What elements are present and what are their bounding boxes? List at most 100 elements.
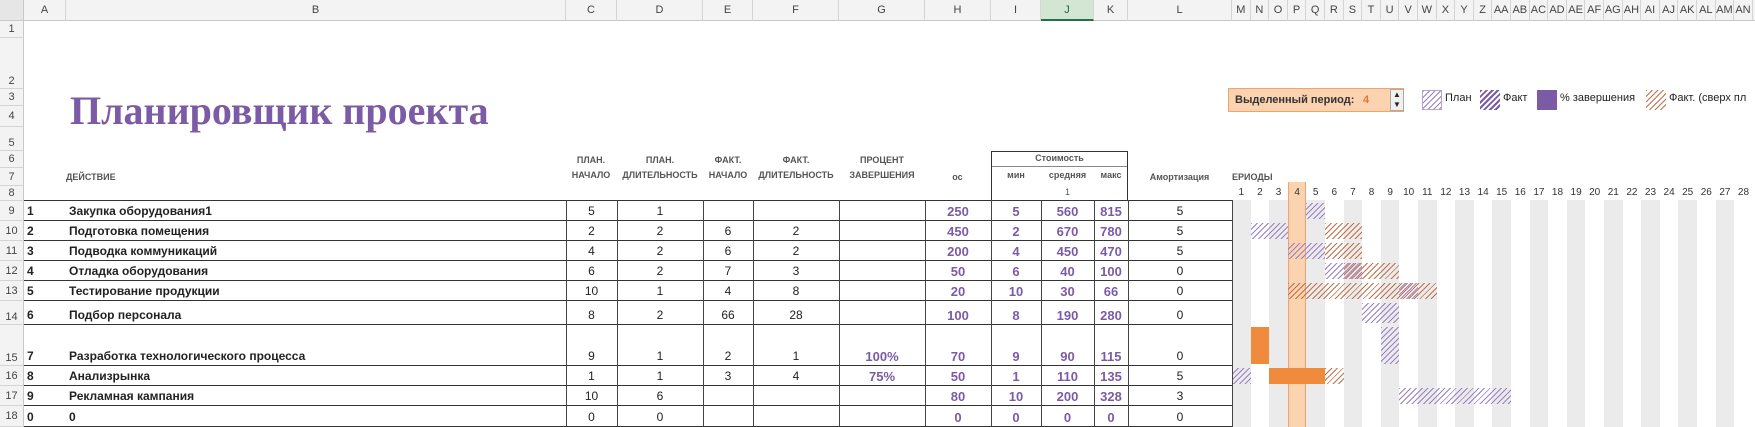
select-all-corner[interactable]: [0, 0, 24, 21]
amortization[interactable]: 0: [1131, 410, 1229, 424]
row-num[interactable]: 0: [27, 410, 63, 424]
column-header-a[interactable]: A: [24, 0, 66, 21]
plan-start[interactable]: 10: [569, 284, 614, 298]
cost-avg[interactable]: 200: [1044, 389, 1091, 404]
task-name[interactable]: Подготовка помещения: [69, 224, 563, 238]
fact-duration[interactable]: 2: [756, 224, 836, 238]
row-header-11[interactable]: 11: [0, 241, 24, 261]
cost-min[interactable]: 1: [994, 369, 1038, 384]
task-name[interactable]: Разработка технологического процесса: [69, 349, 563, 363]
column-header-s[interactable]: S: [1344, 0, 1363, 21]
cost-min[interactable]: 10: [994, 389, 1038, 404]
row-header-17[interactable]: 17: [0, 386, 24, 406]
row-header-12[interactable]: 12: [0, 261, 24, 281]
amortization[interactable]: 5: [1131, 244, 1229, 258]
cost-max[interactable]: 100: [1097, 264, 1125, 279]
task-name[interactable]: Подводка коммуникаций: [69, 244, 563, 258]
column-header-q[interactable]: Q: [1306, 0, 1325, 21]
column-header-e[interactable]: E: [703, 0, 753, 21]
fact-start[interactable]: 4: [706, 284, 750, 298]
column-header-x[interactable]: X: [1437, 0, 1456, 21]
column-header-b[interactable]: B: [66, 0, 566, 21]
os-value[interactable]: 50: [928, 369, 988, 384]
amortization[interactable]: 0: [1131, 264, 1229, 278]
row-num[interactable]: 4: [27, 264, 63, 278]
fact-duration[interactable]: 4: [756, 369, 836, 383]
column-header-ag[interactable]: AG: [1604, 0, 1623, 21]
cost-max[interactable]: 815: [1097, 204, 1125, 219]
cost-min[interactable]: 0: [994, 410, 1038, 425]
row-num[interactable]: 8: [27, 369, 63, 383]
plan-duration[interactable]: 2: [620, 224, 700, 238]
plan-start[interactable]: 8: [569, 308, 614, 322]
row-header-4[interactable]: 4: [0, 106, 24, 127]
column-header-ah[interactable]: AH: [1623, 0, 1642, 21]
column-header-am[interactable]: AM: [1716, 0, 1735, 21]
plan-start[interactable]: 9: [569, 349, 614, 363]
cost-avg[interactable]: 0: [1044, 410, 1091, 425]
plan-duration[interactable]: 2: [620, 264, 700, 278]
spin-up-icon[interactable]: ▲: [1391, 90, 1403, 100]
task-name[interactable]: 0: [69, 410, 563, 424]
fact-start[interactable]: 3: [706, 369, 750, 383]
column-header-al[interactable]: AL: [1697, 0, 1716, 21]
task-name[interactable]: Анализрынка: [69, 369, 563, 383]
period-spinner[interactable]: ▲ ▼: [1390, 89, 1404, 111]
column-header-ae[interactable]: AE: [1567, 0, 1586, 21]
plan-duration[interactable]: 2: [620, 244, 700, 258]
plan-duration[interactable]: 0: [620, 410, 700, 424]
column-header-l[interactable]: L: [1128, 0, 1232, 21]
cost-min[interactable]: 9: [994, 349, 1038, 364]
cost-max[interactable]: 280: [1097, 308, 1125, 323]
row-header-1[interactable]: 1: [0, 21, 24, 38]
row-num[interactable]: 2: [27, 224, 63, 238]
cost-avg[interactable]: 30: [1044, 284, 1091, 299]
spin-down-icon[interactable]: ▼: [1391, 100, 1403, 110]
row-header-15[interactable]: 15: [0, 325, 24, 366]
column-header-ad[interactable]: AD: [1548, 0, 1567, 21]
row-header-18[interactable]: 18: [0, 406, 24, 427]
column-header-aj[interactable]: AJ: [1660, 0, 1679, 21]
fact-start[interactable]: 6: [706, 224, 750, 238]
column-header-ab[interactable]: AB: [1511, 0, 1530, 21]
cost-min[interactable]: 6: [994, 264, 1038, 279]
task-name[interactable]: Подбор персонала: [69, 308, 563, 322]
column-header-g[interactable]: G: [839, 0, 925, 21]
amortization[interactable]: 0: [1131, 284, 1229, 298]
task-name[interactable]: Закупка оборудования1: [69, 204, 563, 218]
column-header-w[interactable]: W: [1418, 0, 1437, 21]
row-num[interactable]: 3: [27, 244, 63, 258]
fact-duration[interactable]: 1: [756, 349, 836, 363]
row-header-16[interactable]: 16: [0, 366, 24, 386]
plan-start[interactable]: 1: [569, 369, 614, 383]
cost-max[interactable]: 470: [1097, 244, 1125, 259]
column-header-f[interactable]: F: [753, 0, 839, 21]
cost-min[interactable]: 4: [994, 244, 1038, 259]
os-value[interactable]: 70: [928, 349, 988, 364]
amortization[interactable]: 5: [1131, 204, 1229, 218]
os-value[interactable]: 250: [928, 204, 988, 219]
row-header-9[interactable]: 9: [0, 201, 24, 221]
task-name[interactable]: Рекламная кампания: [69, 389, 563, 403]
column-header-k[interactable]: K: [1094, 0, 1128, 21]
plan-duration[interactable]: 2: [620, 308, 700, 322]
cost-max[interactable]: 66: [1097, 284, 1125, 299]
cost-max[interactable]: 115: [1097, 349, 1125, 364]
percent-complete[interactable]: 75%: [842, 369, 922, 384]
plan-start[interactable]: 5: [569, 204, 614, 218]
column-header-j[interactable]: J: [1041, 0, 1094, 21]
os-value[interactable]: 200: [928, 244, 988, 259]
task-name[interactable]: Отладка оборудования: [69, 264, 563, 278]
cost-min[interactable]: 5: [994, 204, 1038, 219]
column-header-ai[interactable]: AI: [1641, 0, 1660, 21]
row-header-13[interactable]: 13: [0, 281, 24, 301]
plan-start[interactable]: 0: [569, 410, 614, 424]
column-header-af[interactable]: AF: [1585, 0, 1604, 21]
column-header-m[interactable]: M: [1232, 0, 1251, 21]
plan-duration[interactable]: 1: [620, 369, 700, 383]
amortization[interactable]: 0: [1131, 349, 1229, 363]
column-header-v[interactable]: V: [1399, 0, 1418, 21]
fact-duration[interactable]: 2: [756, 244, 836, 258]
row-header-14[interactable]: 14: [0, 301, 24, 325]
plan-duration[interactable]: 1: [620, 349, 700, 363]
